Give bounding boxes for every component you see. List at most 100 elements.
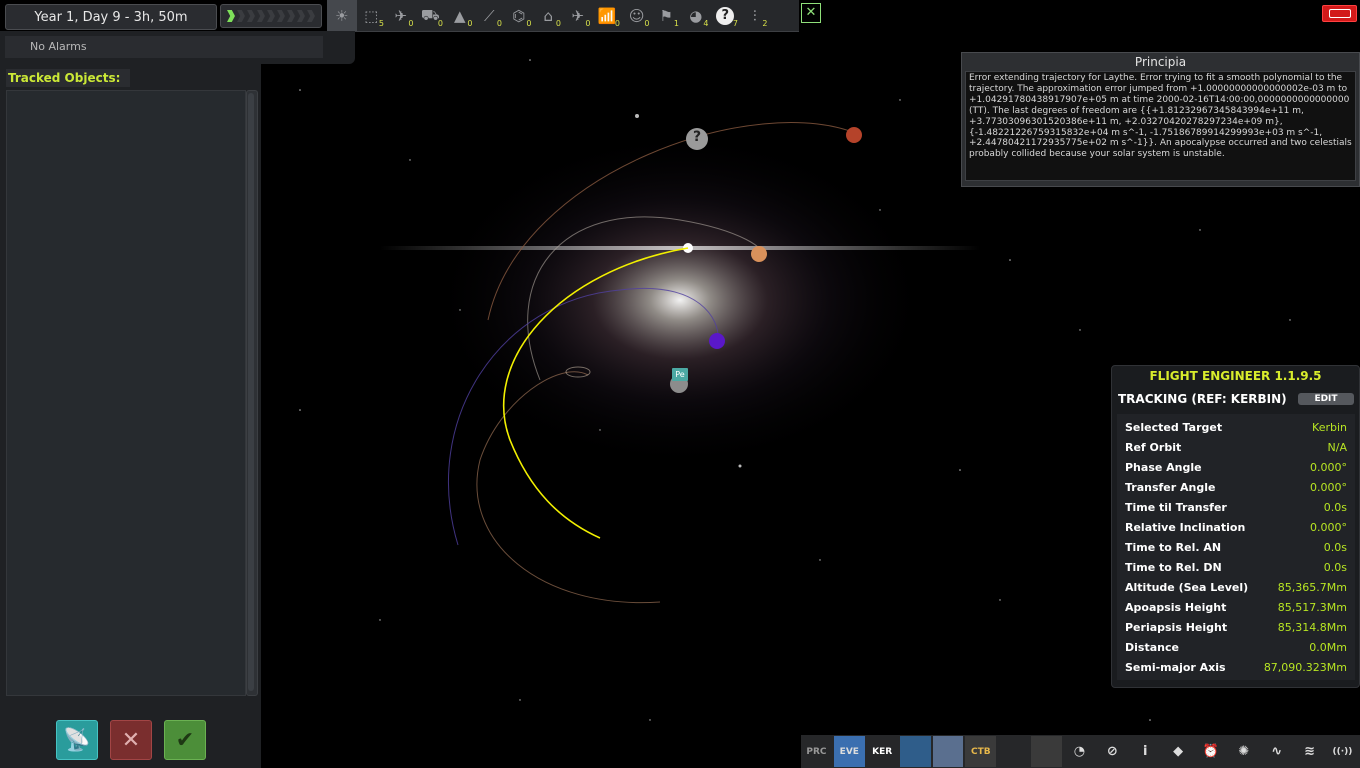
readout-value: 85,365.7Mm <box>1277 581 1347 594</box>
readout-label: Phase Angle <box>1125 461 1202 474</box>
filter-deployed-science[interactable]: ⫶ 2 <box>740 0 770 31</box>
clock-app-button[interactable]: ◔ <box>1064 736 1095 767</box>
planet-purple[interactable] <box>709 333 725 349</box>
filter-count: 5 <box>378 19 384 28</box>
readout-value: 0.0s <box>1323 541 1347 554</box>
eva-icon: ☺ <box>628 6 645 25</box>
filter-debris[interactable]: ⬚ 5 <box>357 0 387 31</box>
principia-error-message: Error extending trajectory for Laythe. E… <box>965 71 1356 181</box>
fly-button[interactable]: 📡 <box>56 720 98 760</box>
signal-app-button[interactable]: ∿ <box>1261 736 1292 767</box>
info-app-button[interactable]: i <box>1130 736 1161 767</box>
readout-value: N/A <box>1327 441 1347 454</box>
readout-value: 0.0Mm <box>1309 641 1347 654</box>
readout-label: Time til Transfer <box>1125 501 1227 514</box>
readout-value: 0.000° <box>1310 481 1347 494</box>
plane-icon: ✈ <box>571 6 585 25</box>
filter-count: 0 <box>644 19 650 28</box>
warp-arrow-icon[interactable] <box>277 10 285 22</box>
time-warp-control[interactable] <box>220 4 322 28</box>
filter-relay[interactable]: 📶 0 <box>593 0 623 31</box>
readout-row: Time til Transfer 0.0s <box>1117 498 1355 518</box>
unknown-icon: ? <box>716 6 735 25</box>
scansat-app-button[interactable] <box>899 736 931 767</box>
eve-app-button[interactable]: EVE <box>833 736 865 767</box>
app-launcher-bar: PRC EVE KER CTB ◔ ⊘ i ◆ ⏰ ✺ ∿ ≋ ((·)) <box>801 735 1360 768</box>
readout-label: Distance <box>1125 641 1179 654</box>
antenna-app-button[interactable]: ≋ <box>1294 736 1325 767</box>
readout-label: Relative Inclination <box>1125 521 1246 534</box>
readout-label: Selected Target <box>1125 421 1223 434</box>
readout-label: Apoapsis Height <box>1125 601 1227 614</box>
planet-red[interactable] <box>846 127 862 143</box>
commnet-app-button[interactable]: ((·)) <box>1327 736 1358 767</box>
filter-count: 7 <box>732 19 738 28</box>
wrench-app-button[interactable] <box>1031 736 1062 767</box>
scrollbar-thumb[interactable] <box>248 93 254 691</box>
filter-plane[interactable]: ✈ 0 <box>563 0 593 31</box>
alarm-clock-app-button[interactable]: ⏰ <box>1196 736 1227 767</box>
rover-icon: ⛟ <box>420 5 440 24</box>
filter-ship[interactable]: ⟋ 0 <box>475 0 505 31</box>
filter-base[interactable]: ⌂ 0 <box>534 0 564 31</box>
filter-probe[interactable]: ✈ 0 <box>386 0 416 31</box>
warp-arrow-icon[interactable] <box>257 10 265 22</box>
filter-count: 0 <box>437 19 443 28</box>
readout-value: 87,090.323Mm <box>1263 661 1347 674</box>
orbit-app-button[interactable]: ⊘ <box>1097 736 1128 767</box>
tools-app-button[interactable] <box>998 736 1029 767</box>
filter-planet[interactable]: ◕ 4 <box>681 0 711 31</box>
edit-button[interactable]: EDIT <box>1298 393 1354 405</box>
filter-count: 0 <box>496 19 502 28</box>
exit-button[interactable] <box>1322 5 1357 22</box>
close-icon: ✕ <box>121 727 141 753</box>
tracked-list-scrollbar[interactable] <box>246 90 258 696</box>
warp-arrow-icon[interactable] <box>227 10 235 22</box>
readout-row: Phase Angle 0.000° <box>1117 458 1355 478</box>
filter-unknown[interactable]: ? 7 <box>711 0 741 31</box>
warp-arrow-icon[interactable] <box>247 10 255 22</box>
warp-arrow-icon[interactable] <box>287 10 295 22</box>
filter-station[interactable]: ⌬ 0 <box>504 0 534 31</box>
ker-app-button[interactable]: KER <box>867 736 898 767</box>
date-display: Year 1, Day 9 - 3h, 50m <box>5 4 217 30</box>
contracts-app-button[interactable]: ◆ <box>1163 736 1194 767</box>
filter-eva[interactable]: ☺ 0 <box>622 0 652 31</box>
filter-sun[interactable]: ☀ <box>327 0 357 31</box>
science-app-button[interactable] <box>932 736 964 767</box>
rpm-app-button[interactable]: PRC <box>801 736 832 767</box>
tracked-objects-list[interactable] <box>6 90 246 696</box>
filter-lander[interactable]: ▲ 0 <box>445 0 475 31</box>
filter-rover[interactable]: ⛟ 0 <box>416 0 446 31</box>
flight-engineer-window[interactable]: FLIGHT ENGINEER 1.1.9.5 TRACKING (REF: K… <box>1111 365 1360 688</box>
readout-row: Apoapsis Height 85,517.3Mm <box>1117 598 1355 618</box>
filter-flag[interactable]: ⚑ 1 <box>652 0 682 31</box>
periapsis-label: Pe <box>672 368 688 381</box>
warp-arrow-icon[interactable] <box>297 10 305 22</box>
debris-icon: ⬚ <box>364 6 379 25</box>
readout-row: Semi-major Axis 87,090.323Mm <box>1117 658 1355 678</box>
warp-arrow-icon[interactable] <box>307 10 315 22</box>
ctb-app-button[interactable]: CTB <box>965 736 997 767</box>
planet-orange[interactable] <box>751 246 767 262</box>
alarm-panel: No Alarms <box>0 31 355 64</box>
delete-button[interactable]: ✕ <box>110 720 152 760</box>
alarm-status: No Alarms <box>5 36 323 58</box>
recover-button[interactable]: ✔ <box>164 720 206 760</box>
filter-count: 0 <box>526 19 532 28</box>
readout-value: Kerbin <box>1312 421 1347 434</box>
plasma-app-button[interactable]: ✺ <box>1228 736 1259 767</box>
readout-row: Selected Target Kerbin <box>1117 418 1355 438</box>
filter-count: 0 <box>408 19 414 28</box>
readout-label: Ref Orbit <box>1125 441 1182 454</box>
base-icon: ⌂ <box>543 6 554 25</box>
principia-window[interactable]: Principia Error extending trajectory for… <box>961 52 1360 187</box>
flag-icon: ⚑ <box>659 6 673 25</box>
toggle-ui-icon[interactable]: ✕ <box>801 3 821 23</box>
warp-arrow-icon[interactable] <box>267 10 275 22</box>
station-icon: ⌬ <box>512 6 526 25</box>
planet-icon: ◕ <box>689 6 703 25</box>
warp-arrow-icon[interactable] <box>237 10 245 22</box>
readout-value: 0.0s <box>1323 561 1347 574</box>
unknown-object-label: ? <box>692 129 702 145</box>
